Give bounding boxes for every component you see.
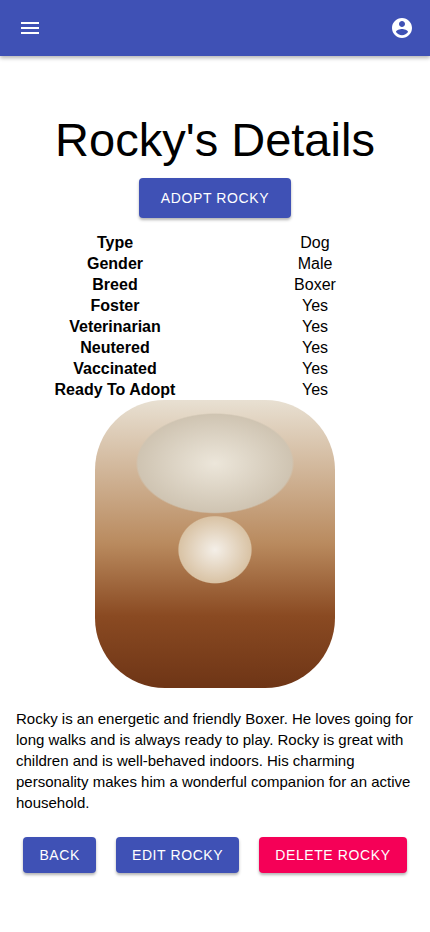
detail-label: Veterinarian <box>15 316 215 337</box>
detail-row: BreedBoxer <box>15 274 415 295</box>
detail-label: Gender <box>15 253 215 274</box>
detail-label: Neutered <box>15 337 215 358</box>
detail-value: Yes <box>215 379 415 400</box>
detail-row: GenderMale <box>15 253 415 274</box>
detail-row: NeuteredYes <box>15 337 415 358</box>
detail-row: VaccinatedYes <box>15 358 415 379</box>
detail-label: Foster <box>15 295 215 316</box>
adopt-button[interactable]: ADOPT ROCKY <box>139 178 291 218</box>
detail-label: Vaccinated <box>15 358 215 379</box>
details-content: Rocky's Details ADOPT ROCKY TypeDogGenderM… <box>0 56 430 913</box>
detail-label: Type <box>15 232 215 253</box>
page-title: Rocky's Details <box>55 112 375 168</box>
detail-label: Ready To Adopt <box>15 379 215 400</box>
app-bar <box>0 0 430 56</box>
pet-description: Rocky is an energetic and friendly Boxer… <box>0 708 430 813</box>
detail-value: Yes <box>215 358 415 379</box>
detail-value: Dog <box>215 232 415 253</box>
pet-details-page: Rocky's Details ADOPT ROCKY TypeDogGenderM… <box>0 0 430 932</box>
action-button[interactable]: DELETE ROCKY <box>259 837 406 873</box>
detail-row: VeterinarianYes <box>15 316 415 337</box>
detail-row: Ready To AdoptYes <box>15 379 415 400</box>
detail-value: Boxer <box>215 274 415 295</box>
action-button[interactable]: EDIT ROCKY <box>116 837 239 873</box>
detail-value: Yes <box>215 295 415 316</box>
action-button[interactable]: BACK <box>23 837 96 873</box>
menu-icon[interactable] <box>18 16 42 40</box>
detail-label: Breed <box>15 274 215 295</box>
details-table: TypeDogGenderMaleBreedBoxerFosterYesVete… <box>15 232 415 400</box>
detail-row: FosterYes <box>15 295 415 316</box>
detail-row: TypeDog <box>15 232 415 253</box>
action-buttons: BACK EDIT ROCKY DELETE ROCKY <box>23 837 406 913</box>
pet-photo <box>95 400 335 688</box>
account-circle-icon[interactable] <box>390 16 414 40</box>
detail-value: Male <box>215 253 415 274</box>
detail-value: Yes <box>215 316 415 337</box>
detail-value: Yes <box>215 337 415 358</box>
